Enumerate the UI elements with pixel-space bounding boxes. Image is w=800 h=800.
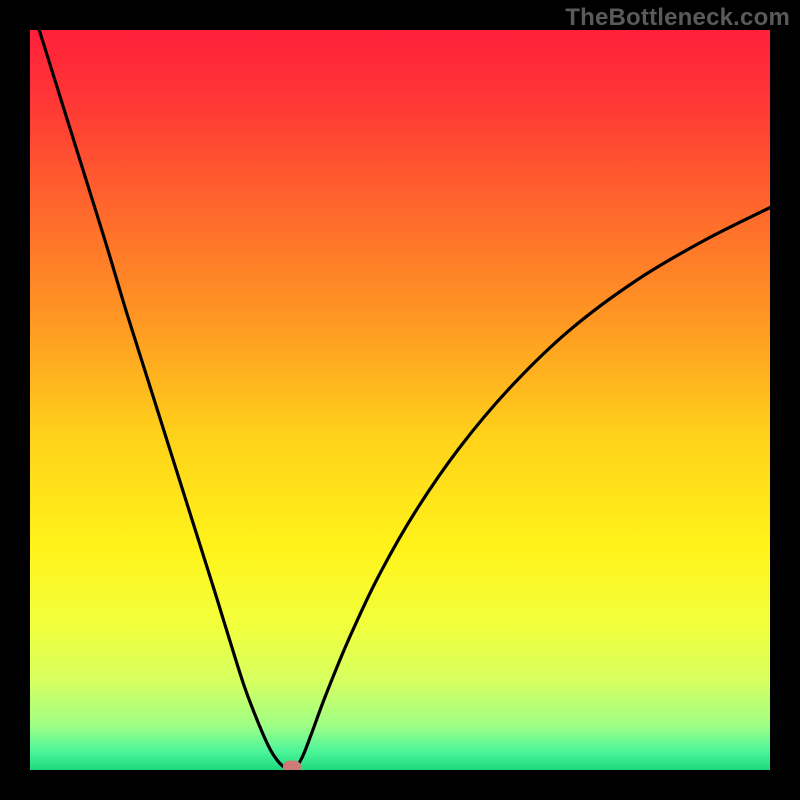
chart-frame: TheBottleneck.com	[0, 0, 800, 800]
minimum-marker	[283, 761, 301, 770]
plot-svg	[30, 30, 770, 770]
watermark-text: TheBottleneck.com	[565, 4, 790, 32]
plot-area	[30, 30, 770, 770]
gradient-background	[30, 30, 770, 770]
